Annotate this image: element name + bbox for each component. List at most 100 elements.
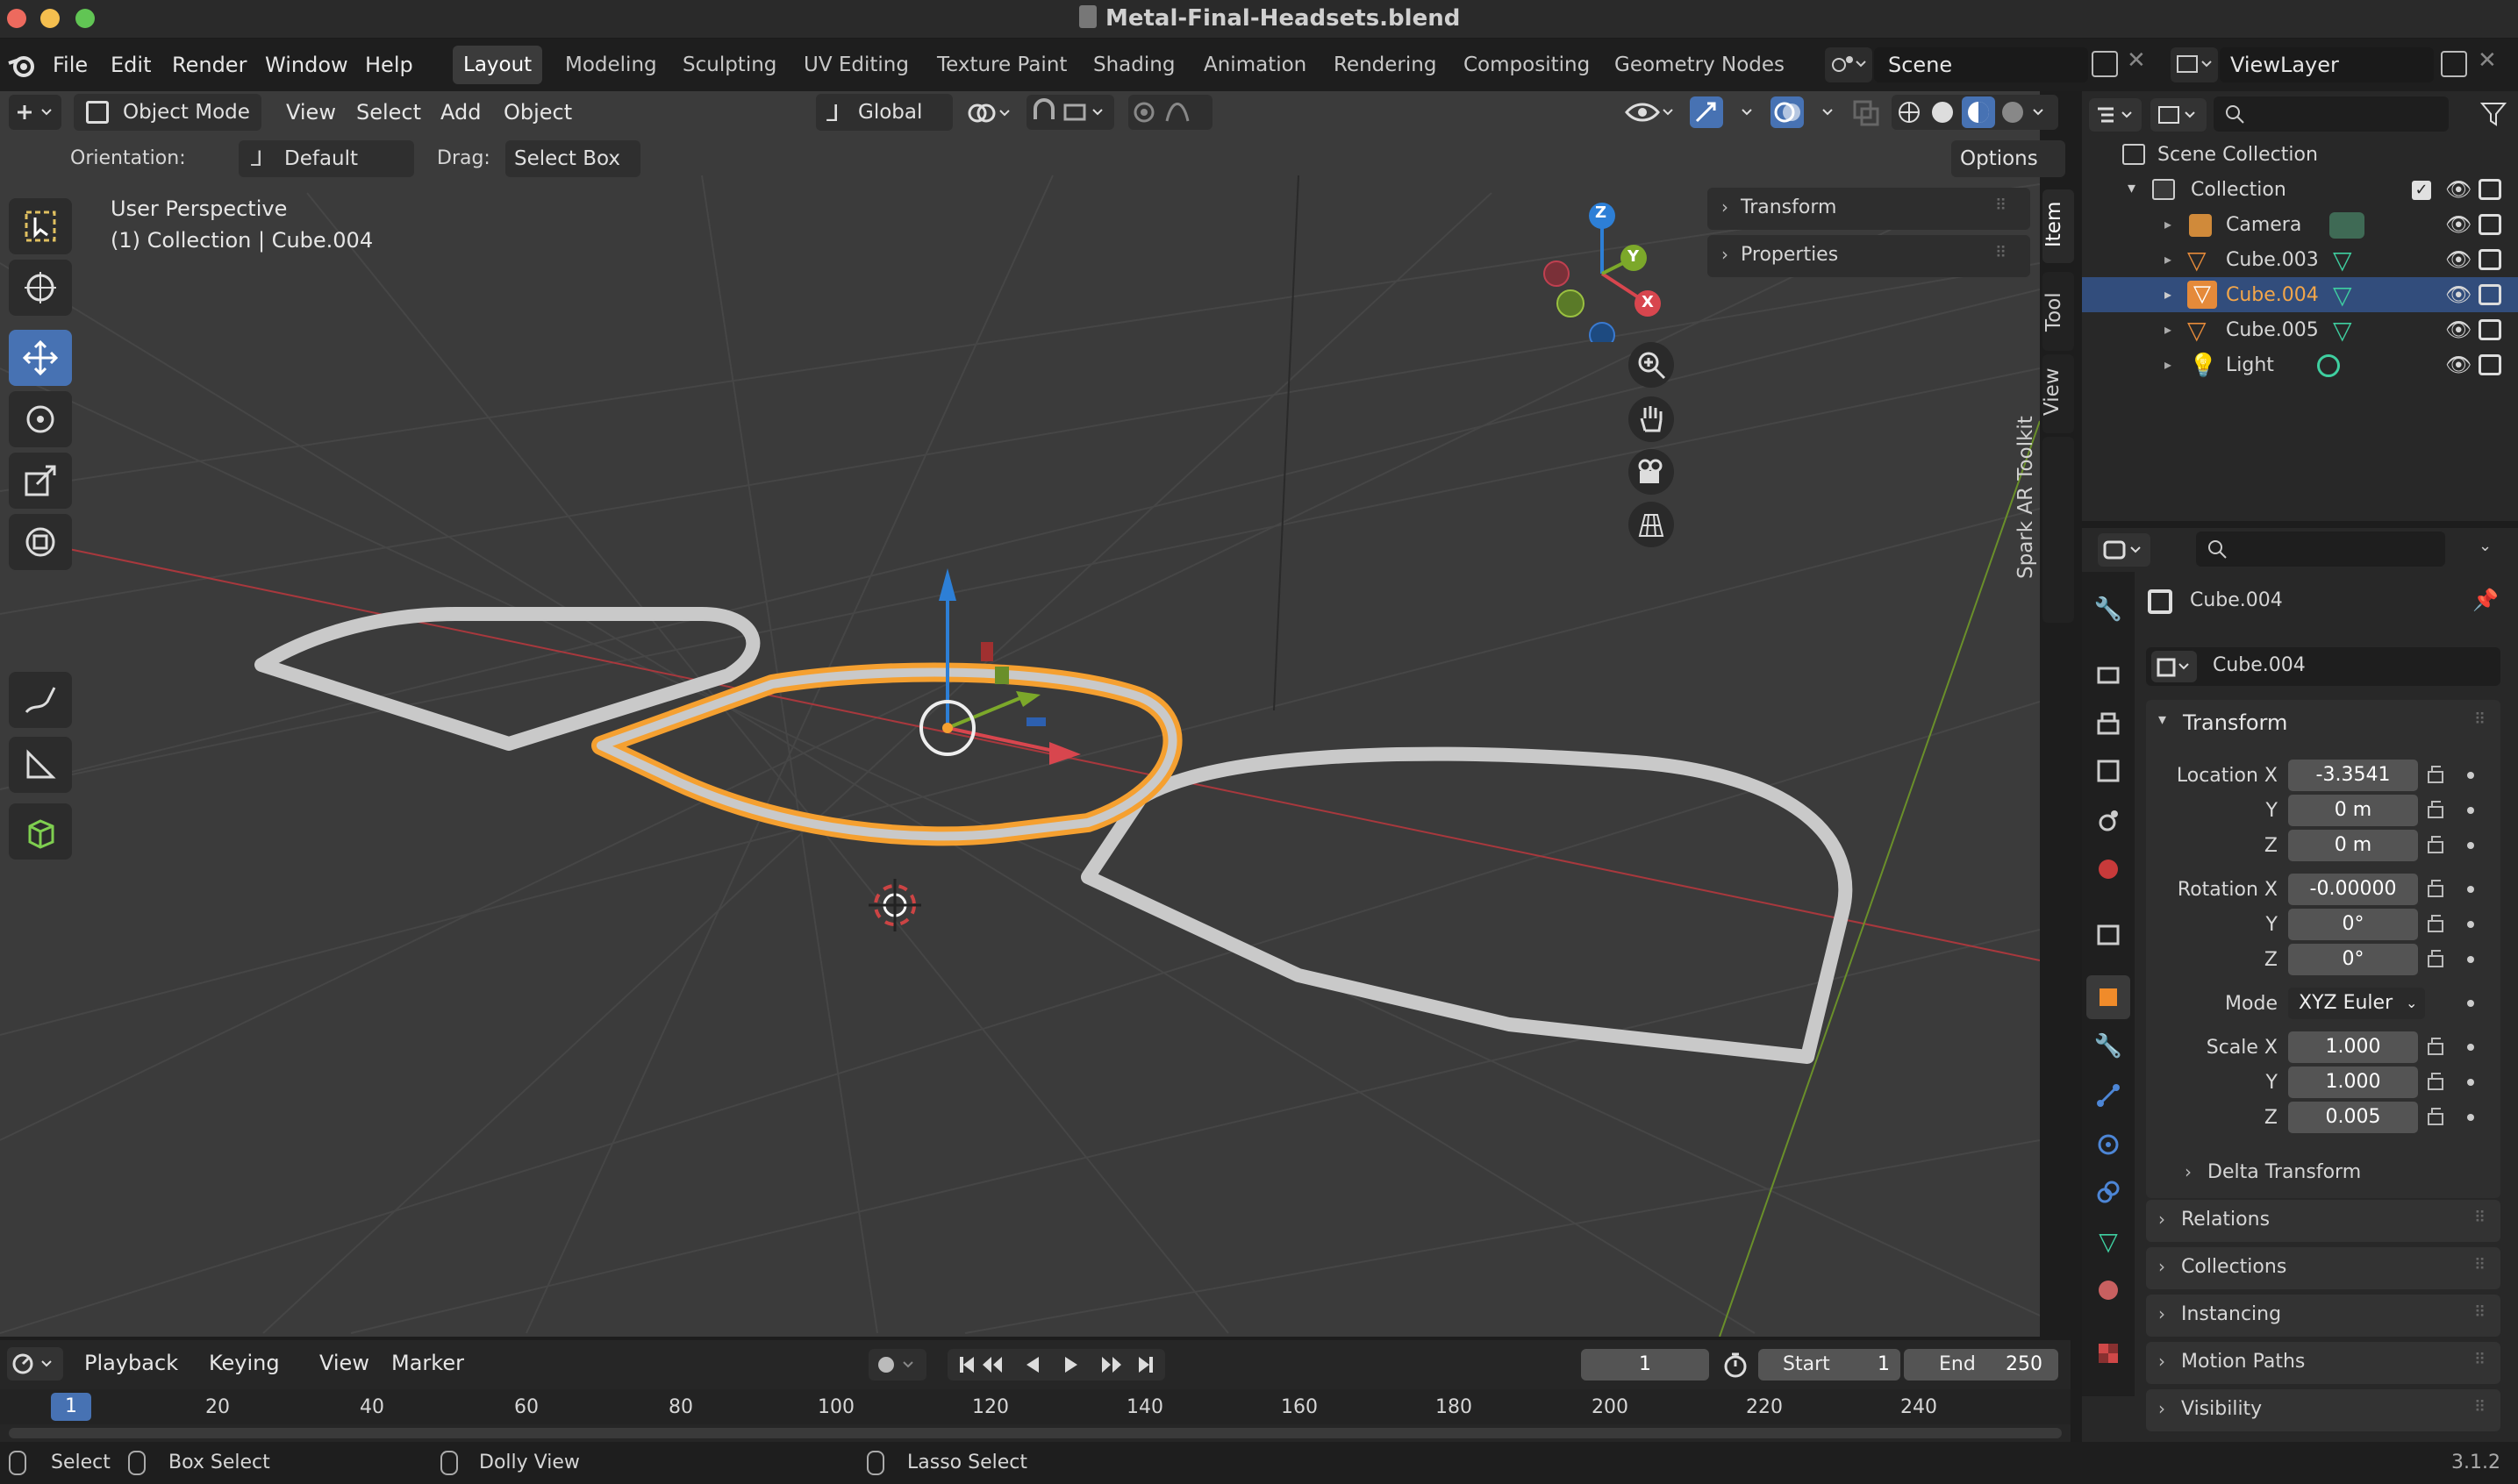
transform-panel-header[interactable]: ▾ Transform ⠿ bbox=[2146, 702, 2500, 744]
render-camera-icon[interactable] bbox=[2479, 249, 2501, 270]
tab-geometry-nodes[interactable]: Geometry Nodes bbox=[1604, 46, 1795, 84]
delete-view-layer-icon[interactable]: ✕ bbox=[2478, 47, 2497, 74]
view-layer-selector-button[interactable] bbox=[2171, 47, 2218, 82]
object-browse-button[interactable] bbox=[2151, 651, 2197, 682]
menu-render[interactable]: Render bbox=[172, 53, 247, 77]
expand-arrow-icon[interactable]: ▸ bbox=[2164, 321, 2171, 338]
light-data-icon[interactable] bbox=[2317, 354, 2340, 377]
shading-mode-group[interactable] bbox=[1892, 95, 2058, 130]
tab-modeling[interactable]: Modeling bbox=[554, 46, 668, 84]
timeline-view-menu[interactable]: View bbox=[319, 1351, 369, 1375]
rotation-z-field[interactable]: 0° bbox=[2288, 944, 2418, 975]
new-scene-icon[interactable] bbox=[2092, 51, 2118, 77]
camera-data-icon[interactable] bbox=[2329, 212, 2364, 239]
view-layer-field[interactable]: ViewLayer bbox=[2220, 47, 2434, 82]
properties-editor-type-button[interactable] bbox=[2098, 533, 2150, 567]
outliner-row-cube-004[interactable]: ▸ ▽ Cube.004 ▽ 👁 bbox=[2082, 277, 2518, 312]
scene-name-field[interactable]: Scene bbox=[1874, 47, 2088, 82]
visibility-eye-icon[interactable]: 👁 bbox=[2445, 353, 2472, 377]
drag-handle-icon[interactable]: ⠿ bbox=[2474, 1398, 2486, 1416]
properties-options-icon[interactable]: ⌄ bbox=[2479, 537, 2492, 555]
object-tab-icon[interactable] bbox=[2086, 975, 2130, 1019]
menu-add[interactable]: Add bbox=[440, 100, 481, 125]
scale-y-field[interactable]: 1.000 bbox=[2288, 1067, 2418, 1098]
rotation-y-field[interactable]: 0° bbox=[2288, 909, 2418, 940]
delta-transform-subpanel[interactable]: › Delta Transform bbox=[2185, 1154, 2492, 1191]
stopwatch-icon[interactable] bbox=[1721, 1351, 1751, 1381]
filter-icon[interactable] bbox=[2479, 100, 2507, 126]
menu-help[interactable]: Help bbox=[365, 53, 413, 77]
current-frame-field[interactable]: 1 bbox=[1581, 1349, 1709, 1381]
measure-tool[interactable] bbox=[9, 737, 72, 793]
timeline-editor-type-button[interactable] bbox=[7, 1347, 63, 1381]
scene-selector-button[interactable] bbox=[1825, 47, 1872, 82]
outliner-row-cube-005[interactable]: ▸ ▽ Cube.005 ▽ 👁 bbox=[2082, 312, 2518, 347]
menu-edit[interactable]: Edit bbox=[111, 53, 151, 77]
particles-tab-icon[interactable] bbox=[2086, 1074, 2130, 1117]
add-cube-tool[interactable] bbox=[9, 803, 72, 860]
relations-panel[interactable]: › Relations ⠿ bbox=[2146, 1200, 2500, 1242]
npanel-transform[interactable]: › Transform ⠿ bbox=[1707, 188, 2030, 230]
render-camera-icon[interactable] bbox=[2479, 319, 2501, 340]
drag-handle-icon[interactable]: ⠿ bbox=[2474, 1209, 2486, 1227]
tab-shading[interactable]: Shading bbox=[1083, 46, 1185, 84]
output-tab-icon[interactable] bbox=[2086, 702, 2130, 746]
object-mode-dropdown[interactable]: Object Mode bbox=[74, 94, 261, 131]
visibility-eye-icon[interactable]: 👁 bbox=[2445, 317, 2472, 342]
expand-arrow-icon[interactable]: ▸ bbox=[2164, 251, 2171, 268]
visibility-eye-icon[interactable]: 👁 bbox=[2445, 212, 2472, 237]
expand-arrow-icon[interactable]: ▸ bbox=[2164, 216, 2171, 232]
pan-hand-icon[interactable] bbox=[1628, 396, 1674, 442]
timeline-scrollbar[interactable] bbox=[9, 1428, 2062, 1438]
npanel-tab-item[interactable]: Item bbox=[2042, 189, 2074, 263]
modifier-tab-icon[interactable]: 🔧 bbox=[2086, 1024, 2130, 1068]
snap-toggle-icon[interactable] bbox=[1027, 95, 1114, 130]
drag-handle-icon[interactable]: ⠿ bbox=[1995, 244, 2007, 262]
scale-tool[interactable] bbox=[9, 453, 72, 509]
outliner-row-light[interactable]: ▸ 💡 Light 👁 bbox=[2082, 347, 2518, 382]
object-name-field[interactable]: Cube.004 bbox=[2146, 647, 2500, 686]
visibility-eye-icon[interactable]: 👁 bbox=[2445, 282, 2472, 307]
playhead-frame[interactable]: 1 bbox=[51, 1393, 91, 1421]
playback-controls[interactable] bbox=[948, 1349, 1165, 1381]
drag-dropdown[interactable]: Select Box bbox=[505, 140, 640, 177]
rotate-tool[interactable] bbox=[9, 391, 72, 447]
minimize-window-button[interactable] bbox=[40, 9, 60, 28]
rotation-x-field[interactable]: -0.00000 bbox=[2288, 874, 2418, 905]
transform-orientation-dropdown[interactable]: ⅃ Global bbox=[816, 94, 953, 131]
tab-sculpting[interactable]: Sculpting bbox=[672, 46, 787, 84]
tab-compositing[interactable]: Compositing bbox=[1453, 46, 1600, 84]
npanel-tab-spark-ar-toolkit[interactable]: Spark AR Toolkit bbox=[2014, 416, 2074, 623]
outliner-row-collection[interactable]: ▾ Collection ✓ 👁 bbox=[2082, 172, 2518, 207]
npanel-tab-tool[interactable]: Tool bbox=[2042, 272, 2074, 351]
move-tool[interactable] bbox=[9, 330, 72, 386]
maximize-window-button[interactable] bbox=[75, 9, 95, 28]
location-y-field[interactable]: 0 m bbox=[2288, 795, 2418, 826]
start-frame-field[interactable]: Start 1 bbox=[1758, 1349, 1900, 1381]
tab-layout[interactable]: Layout bbox=[453, 46, 543, 84]
scale-z-field[interactable]: 0.005 bbox=[2288, 1102, 2418, 1133]
ortho-grid-icon[interactable] bbox=[1628, 502, 1674, 547]
pivot-point-icon[interactable] bbox=[965, 98, 1018, 128]
drag-handle-icon[interactable]: ⠿ bbox=[1995, 196, 2007, 215]
visibility-panel[interactable]: › Visibility ⠿ bbox=[2146, 1389, 2500, 1431]
collapse-arrow-icon[interactable]: ▾ bbox=[2128, 179, 2135, 197]
render-camera-icon[interactable] bbox=[2479, 214, 2501, 235]
location-z-field[interactable]: 0 m bbox=[2288, 830, 2418, 861]
rotation-mode-dropdown[interactable]: XYZ Euler ⌄ bbox=[2288, 988, 2425, 1019]
outliner-row-camera[interactable]: ▸ Camera 👁 bbox=[2082, 207, 2518, 242]
expand-arrow-icon[interactable]: ▸ bbox=[2164, 286, 2171, 303]
physics-tab-icon[interactable] bbox=[2086, 1123, 2130, 1167]
3d-viewport[interactable]: User Perspective (1) Collection | Cube.0… bbox=[0, 91, 2040, 1337]
scene-tab-icon[interactable] bbox=[2086, 798, 2130, 842]
visibility-selector-icon[interactable] bbox=[1623, 96, 1676, 128]
render-camera-icon[interactable] bbox=[2479, 179, 2501, 200]
close-window-button[interactable] bbox=[7, 9, 26, 28]
texture-tab-icon[interactable] bbox=[2086, 1331, 2130, 1375]
new-view-layer-icon[interactable] bbox=[2441, 51, 2467, 77]
proportional-editing-icon[interactable] bbox=[1128, 95, 1213, 130]
collection-tab-icon[interactable] bbox=[2086, 912, 2130, 956]
tab-animation[interactable]: Animation bbox=[1193, 46, 1317, 84]
display-mode-button[interactable] bbox=[2150, 98, 2207, 132]
instancing-panel[interactable]: › Instancing ⠿ bbox=[2146, 1295, 2500, 1337]
